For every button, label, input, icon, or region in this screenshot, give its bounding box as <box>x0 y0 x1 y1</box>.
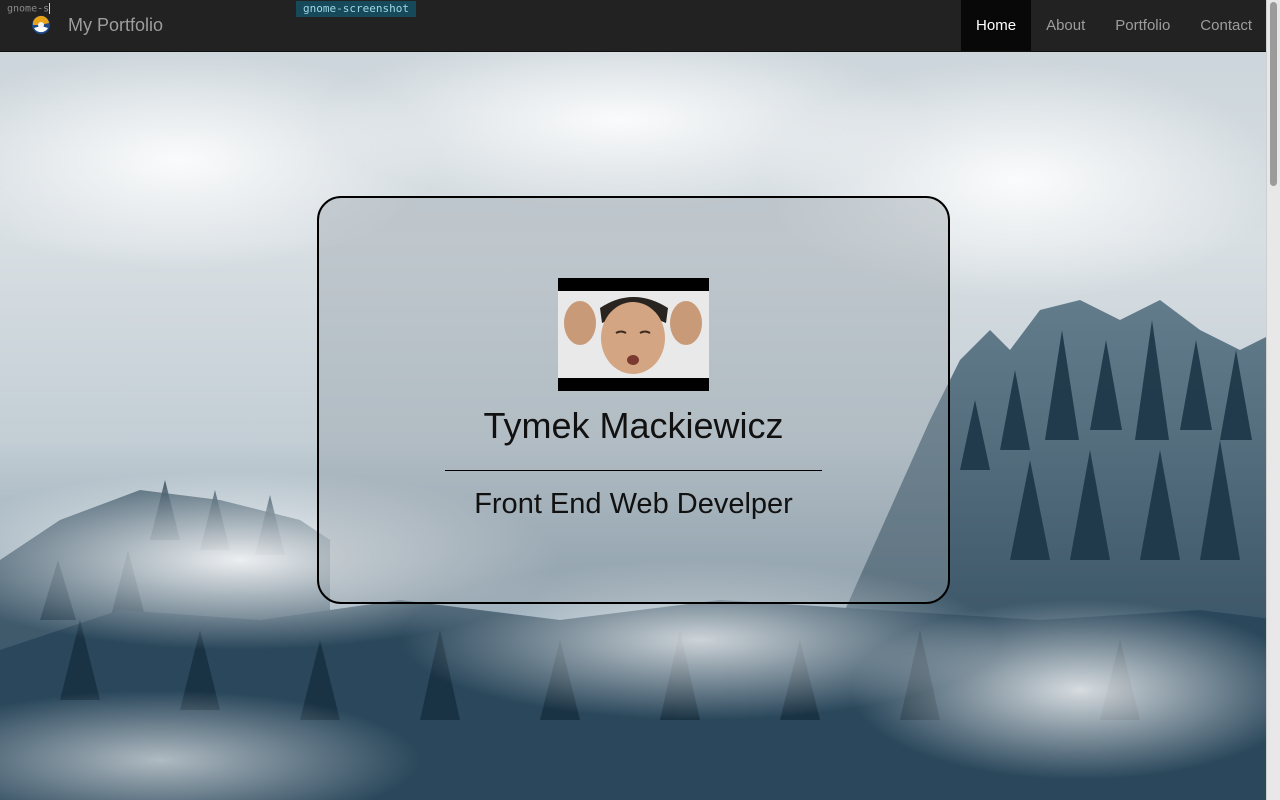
title-divider <box>445 470 822 471</box>
terminal-typed-text: gnome-s <box>7 3 50 15</box>
terminal-input-overlay: gnome-s <box>7 3 51 15</box>
nav-item-portfolio[interactable]: Portfolio <box>1100 0 1185 51</box>
profile-name: Tymek Mackiewicz <box>483 405 784 446</box>
page-scrollbar[interactable] <box>1266 0 1280 800</box>
top-navbar: gnome-s gnome-screenshot My Portfolio Ho… <box>0 0 1267 52</box>
text-cursor <box>49 3 51 14</box>
scrollbar-thumb[interactable] <box>1270 2 1277 186</box>
nav-menu: Home About Portfolio Contact <box>961 0 1267 51</box>
profile-card: Tymek Mackiewicz Front End Web Develper <box>317 196 950 604</box>
nav-item-contact[interactable]: Contact <box>1185 0 1267 51</box>
brand-logo-icon[interactable] <box>30 14 52 36</box>
page-viewport: gnome-s gnome-screenshot My Portfolio Ho… <box>0 0 1280 800</box>
nav-item-about[interactable]: About <box>1031 0 1100 51</box>
profile-photo <box>558 278 709 391</box>
nav-item-home[interactable]: Home <box>961 0 1032 51</box>
command-suggestion-tooltip[interactable]: gnome-screenshot <box>296 1 416 17</box>
brand-title-link[interactable]: My Portfolio <box>68 14 163 36</box>
profile-role: Front End Web Develper <box>474 488 793 520</box>
